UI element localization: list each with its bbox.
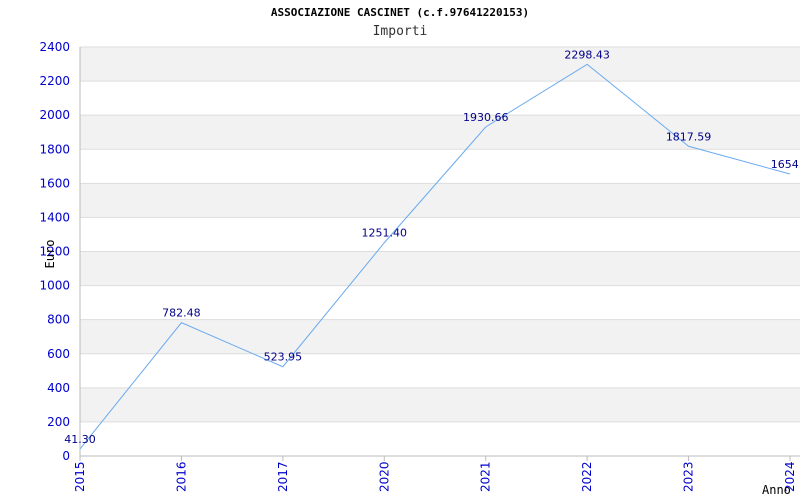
y-tick-label: 2400 — [39, 40, 70, 54]
x-tick-label: 2020 — [377, 461, 391, 492]
y-tick-label: 1800 — [39, 142, 70, 156]
data-label: 1817.59 — [666, 130, 712, 143]
y-tick-label: 400 — [47, 381, 70, 395]
x-tick-label: 2015 — [73, 461, 87, 492]
y-tick-label: 1600 — [39, 176, 70, 190]
x-axis-title: Anno — [762, 483, 791, 497]
grid-band — [80, 353, 800, 388]
y-tick-label: 600 — [47, 347, 70, 361]
data-label: 1930.66 — [463, 111, 509, 124]
data-label: 523.95 — [264, 351, 303, 364]
x-tick-label: 2016 — [174, 461, 188, 492]
y-tick-label: 0 — [62, 449, 70, 463]
y-tick-label: 800 — [47, 313, 70, 327]
grid-band — [80, 47, 800, 82]
grid-band — [80, 81, 800, 116]
x-tick-label: 2017 — [276, 461, 290, 492]
grid-band — [80, 421, 800, 456]
y-tick-label: 1400 — [39, 210, 70, 224]
x-tick-label: 2023 — [682, 461, 696, 492]
y-axis-title: Euro — [43, 240, 57, 269]
x-tick-label: 2021 — [479, 461, 493, 492]
data-label: 41.30 — [64, 433, 96, 446]
y-tick-label: 2000 — [39, 108, 70, 122]
y-tick-label: 200 — [47, 415, 70, 429]
data-label: 1251.40 — [362, 227, 408, 240]
line-chart: 0200400600800100012001400160018002000220… — [39, 40, 800, 497]
y-tick-label: 2200 — [39, 74, 70, 88]
grid-band — [80, 183, 800, 218]
data-label: 782.48 — [162, 307, 201, 320]
grid-band — [80, 319, 800, 354]
grid-band — [80, 387, 800, 422]
y-tick-label: 1000 — [39, 279, 70, 293]
grid-band — [80, 149, 800, 184]
grid-band — [80, 217, 800, 252]
data-label: 2298.43 — [564, 48, 610, 61]
x-tick-label: 2022 — [580, 461, 594, 492]
grid-band — [80, 251, 800, 286]
data-label: 1654.8 — [771, 158, 800, 171]
